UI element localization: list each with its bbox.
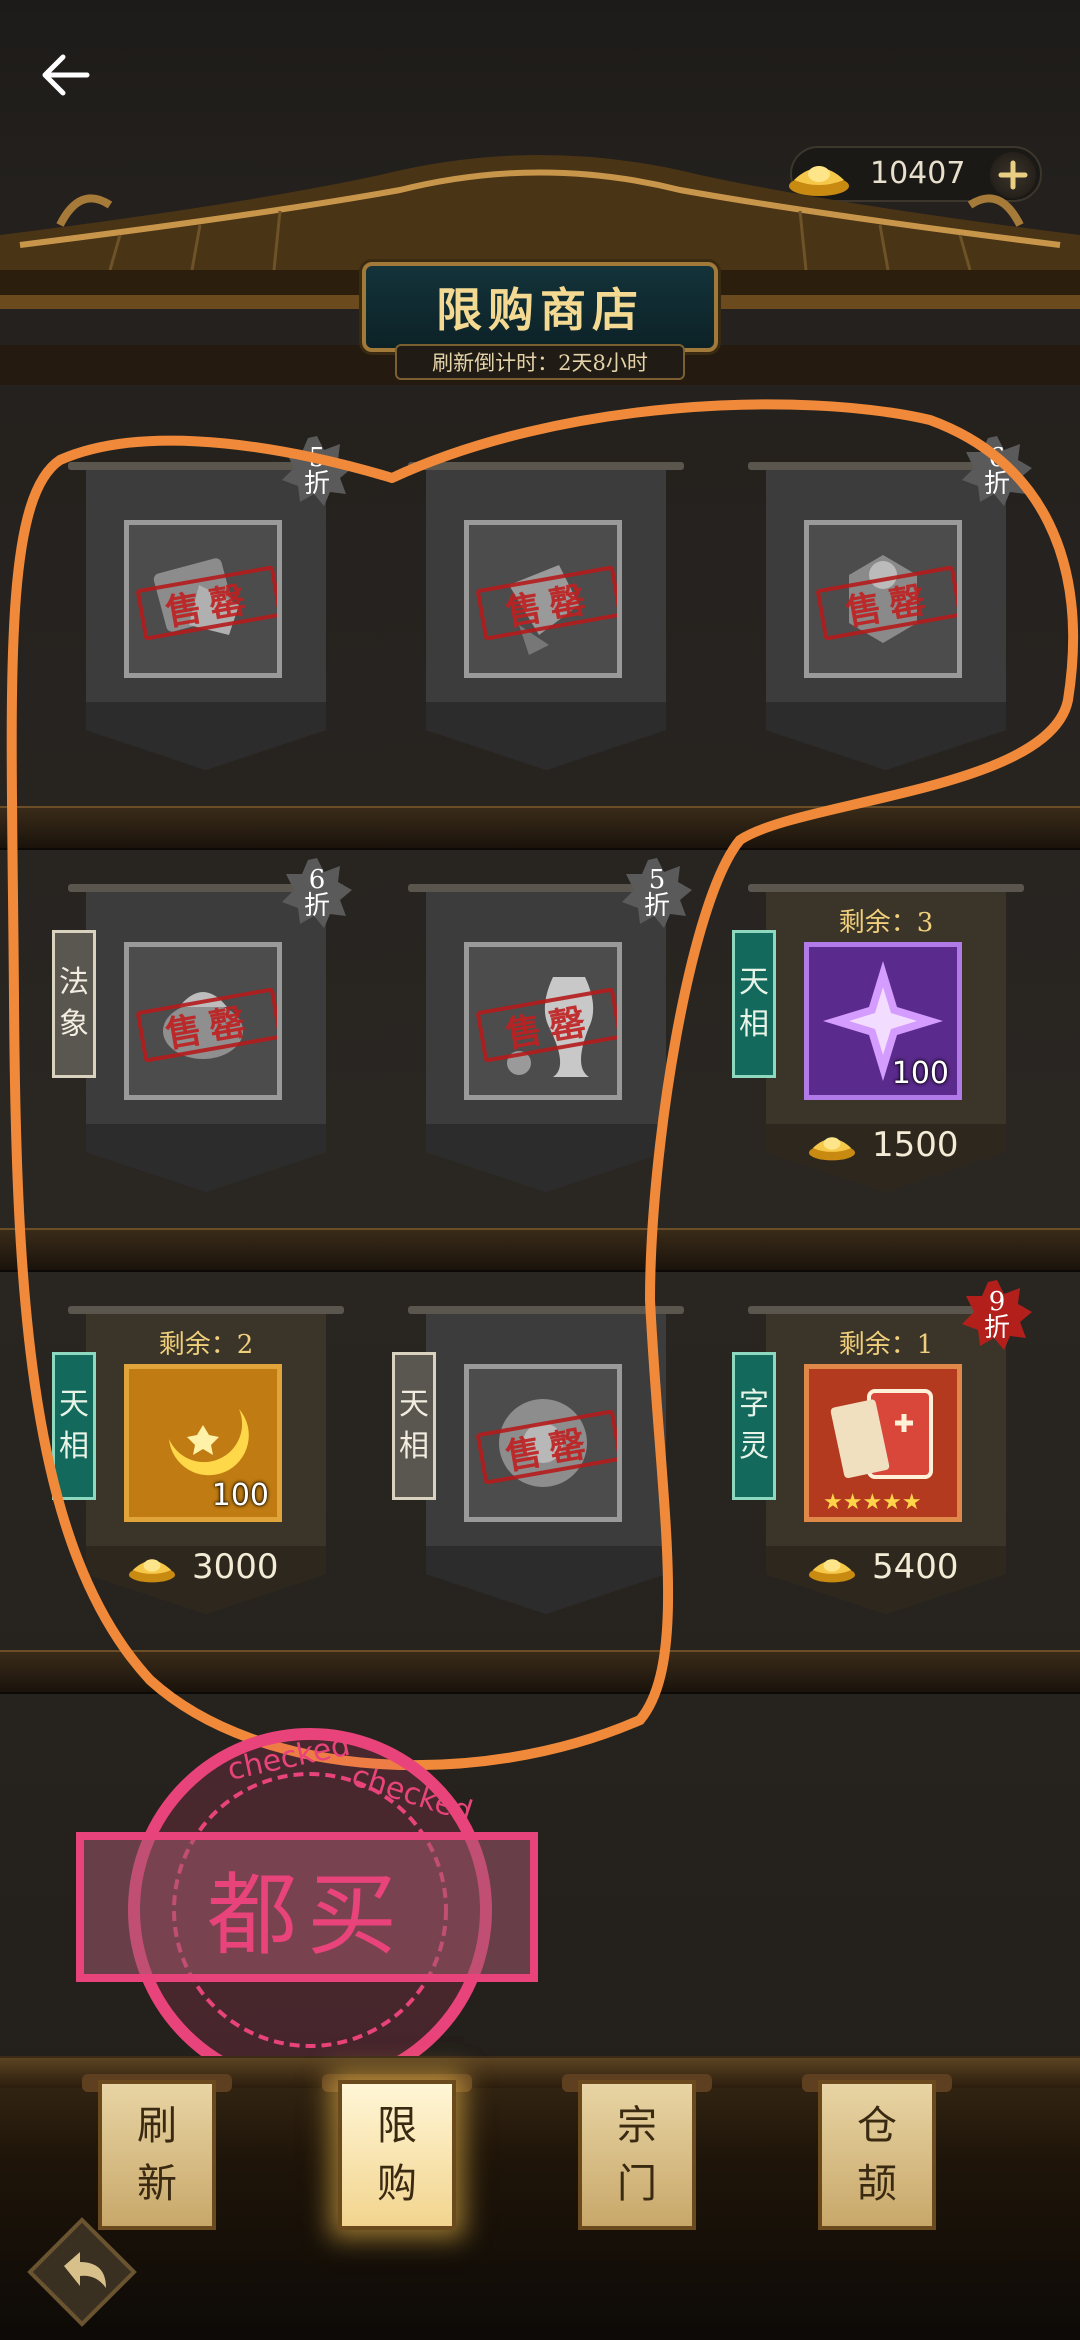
buy-all-label: 都买 (76, 1832, 538, 1982)
tab-sect[interactable]: 宗门 (578, 2080, 696, 2230)
tab-refresh[interactable]: 刷新 (98, 2080, 216, 2230)
tab-cangjie[interactable]: 仓颉 (818, 2080, 936, 2230)
return-button[interactable] (26, 2216, 138, 2328)
tab-limited-shop[interactable]: 限购 (338, 2080, 456, 2230)
